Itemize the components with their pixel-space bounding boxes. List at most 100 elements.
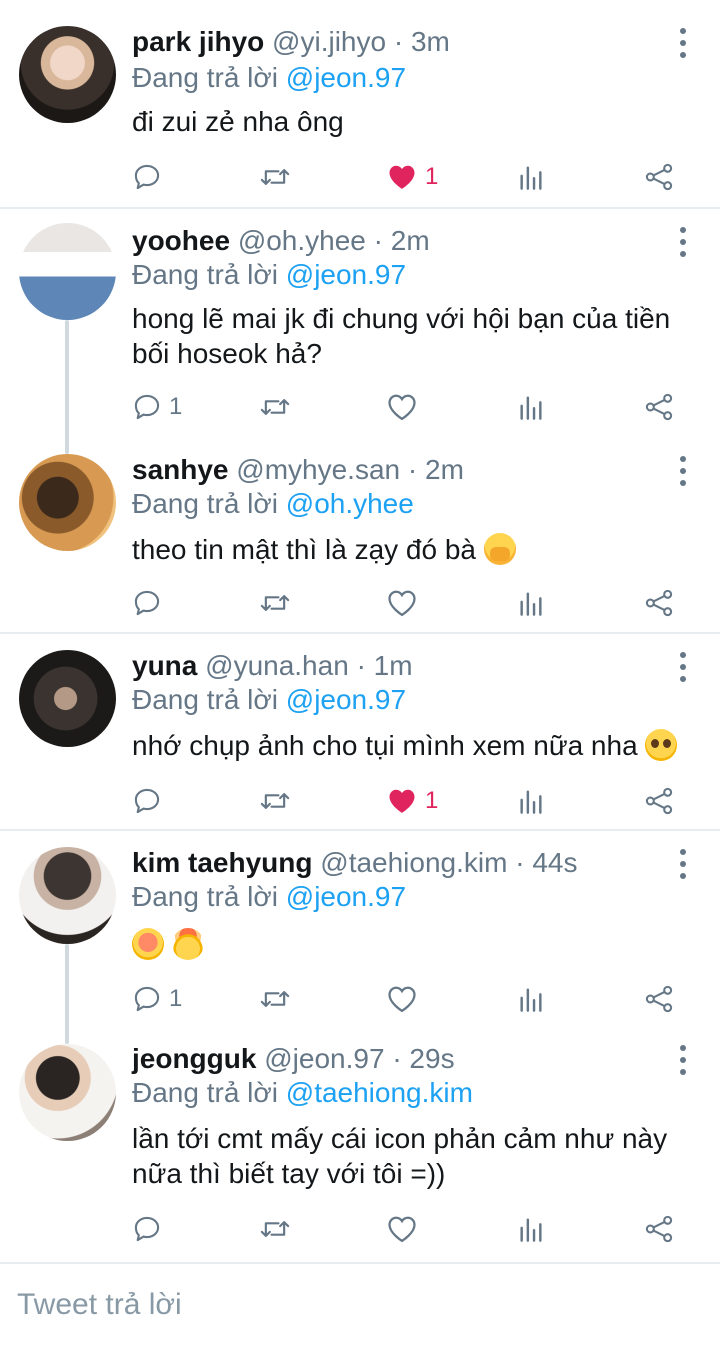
retweet-button[interactable]: [259, 781, 291, 821]
reply-button[interactable]: [133, 1209, 169, 1249]
like-button[interactable]: 1: [387, 157, 438, 197]
reply-count: 1: [169, 393, 183, 420]
analytics-button[interactable]: [517, 979, 545, 1019]
reply-button[interactable]: 1: [133, 387, 182, 427]
analytics-button[interactable]: [517, 583, 545, 623]
replying-to: Đang trả lời @jeon.97: [132, 60, 406, 96]
author-handle[interactable]: @yuna.han: [205, 650, 349, 681]
share-button[interactable]: [644, 1209, 674, 1249]
retweet-arrows-icon: [260, 1221, 290, 1237]
replying-to-label: Đang trả lời: [132, 881, 278, 912]
retweet-button[interactable]: [259, 1209, 291, 1249]
like-button[interactable]: [387, 583, 425, 623]
tweet-text: theo tin mật thì là zạy đó bà: [132, 532, 697, 567]
more-options-icon[interactable]: [678, 652, 688, 682]
reply-count: 1: [169, 985, 183, 1012]
mention-link[interactable]: @oh.yhee: [286, 488, 414, 519]
share-button[interactable]: [644, 157, 674, 197]
timestamp: 1m: [373, 650, 413, 681]
share-icon: [645, 787, 673, 815]
retweet-button[interactable]: [259, 583, 291, 623]
author-handle[interactable]: @myhye.san: [236, 454, 400, 485]
avatar[interactable]: [19, 26, 116, 123]
speech-bubble-icon: [134, 394, 160, 420]
author-name[interactable]: park jihyo: [132, 26, 264, 57]
retweet-arrows-icon: [260, 399, 290, 415]
like-button[interactable]: [387, 387, 425, 427]
tweet[interactable]: sanhye @myhye.san · 2m Đang trả lời @oh.…: [0, 440, 720, 632]
analytics-button[interactable]: [517, 1209, 545, 1249]
more-options-icon[interactable]: [678, 227, 688, 257]
reply-button[interactable]: [133, 157, 169, 197]
avatar[interactable]: [19, 454, 116, 551]
author-handle[interactable]: @oh.yhee: [238, 225, 366, 256]
author-name[interactable]: yuna: [132, 650, 197, 681]
tweet[interactable]: park jihyo @yi.jihyo · 3m Đang trả lời @…: [0, 0, 720, 207]
separator-dot: ·: [407, 454, 418, 485]
retweet-arrows-icon: [260, 595, 290, 611]
reply-button[interactable]: [133, 781, 169, 821]
retweet-button[interactable]: [259, 387, 291, 427]
more-options-icon[interactable]: [678, 1045, 688, 1075]
analytics-button[interactable]: [517, 387, 545, 427]
share-button[interactable]: [644, 583, 674, 623]
replying-to-label: Đang trả lời: [132, 62, 278, 93]
retweet-button[interactable]: [259, 979, 291, 1019]
tweet[interactable]: kim taehyung @taehiong.kim · 44s Đang tr…: [0, 831, 720, 1029]
like-button[interactable]: [387, 979, 425, 1019]
replying-to-label: Đang trả lời: [132, 259, 278, 290]
avatar[interactable]: [19, 1044, 116, 1141]
tweet-text: lần tới cmt mấy cái icon phản cảm như nà…: [132, 1123, 668, 1189]
reply-button[interactable]: [133, 583, 169, 623]
tweet[interactable]: jeongguk @jeon.97 · 29s Đang trả lời @ta…: [0, 1029, 720, 1262]
tweet-actions: 1: [0, 387, 720, 427]
mention-link[interactable]: @jeon.97: [286, 62, 406, 93]
share-button[interactable]: [644, 387, 674, 427]
author-name[interactable]: sanhye: [132, 454, 229, 485]
more-options-icon[interactable]: [678, 849, 688, 879]
retweet-arrows-icon: [260, 169, 290, 185]
tweet[interactable]: yuna @yuna.han · 1m Đang trả lời @jeon.9…: [0, 634, 720, 829]
bar-chart-icon: [520, 166, 542, 190]
author-name[interactable]: jeongguk: [132, 1043, 256, 1074]
reply-composer[interactable]: Tweet trả lời: [0, 1262, 720, 1346]
reply-input-placeholder[interactable]: Tweet trả lời: [17, 1288, 182, 1322]
more-options-icon[interactable]: [678, 456, 688, 486]
mention-link[interactable]: @jeon.97: [286, 881, 406, 912]
mention-link[interactable]: @jeon.97: [286, 259, 406, 290]
reply-button[interactable]: 1: [133, 979, 182, 1019]
tweet-actions: [0, 1209, 720, 1249]
mention-link[interactable]: @jeon.97: [286, 684, 406, 715]
more-options-icon[interactable]: [678, 28, 688, 58]
timestamp: 2m: [425, 454, 464, 485]
separator-dot: ·: [356, 650, 366, 681]
share-button[interactable]: [644, 979, 674, 1019]
like-button[interactable]: 1: [387, 781, 438, 821]
bar-chart-icon: [520, 396, 542, 420]
like-count: 1: [425, 163, 439, 190]
share-button[interactable]: [644, 781, 674, 821]
replying-to: Đang trả lời @taehiong.kim: [132, 1075, 473, 1111]
retweet-button[interactable]: [259, 157, 291, 197]
replying-to: Đang trả lời @jeon.97: [132, 682, 406, 718]
timestamp: 2m: [390, 225, 430, 256]
separator-dot: ·: [393, 26, 404, 57]
analytics-button[interactable]: [517, 157, 545, 197]
author-name[interactable]: yoohee: [132, 225, 230, 256]
exploding-head-emoji: [171, 928, 204, 960]
tweet[interactable]: yoohee @oh.yhee · 2m Đang trả lời @jeon.…: [0, 209, 720, 440]
tweet-actions: 1: [0, 979, 720, 1019]
mention-link[interactable]: @taehiong.kim: [286, 1077, 473, 1108]
author-handle[interactable]: @yi.jihyo: [272, 26, 386, 57]
flushed-face-emoji: [132, 928, 164, 960]
heart-icon: [389, 165, 415, 189]
avatar[interactable]: [19, 847, 116, 944]
like-button[interactable]: [387, 1209, 425, 1249]
tweet-actions: [0, 583, 720, 623]
author-handle[interactable]: @jeon.97: [264, 1043, 384, 1074]
author-handle[interactable]: @taehiong.kim: [320, 847, 507, 878]
avatar[interactable]: [19, 223, 116, 320]
author-name[interactable]: kim taehyung: [132, 847, 312, 878]
analytics-button[interactable]: [517, 781, 545, 821]
avatar[interactable]: [19, 650, 116, 747]
